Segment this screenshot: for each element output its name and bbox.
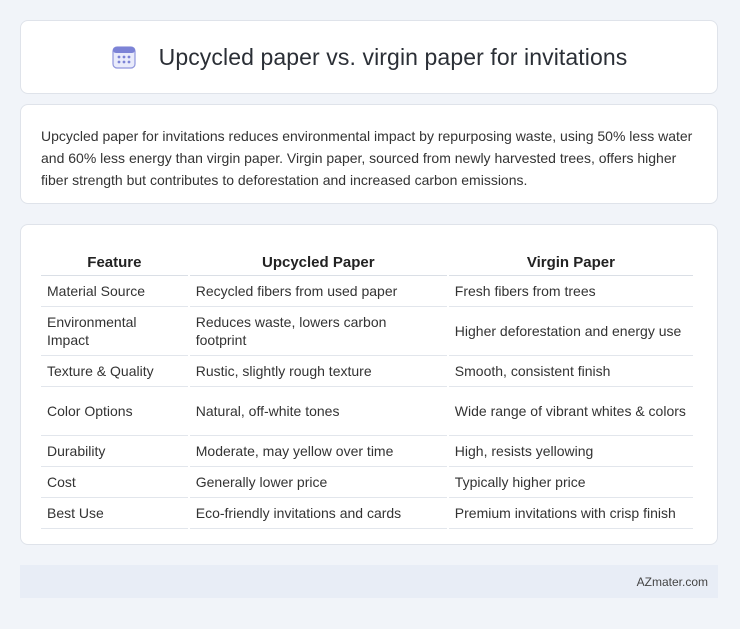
table-row: Material Source Recycled fibers from use… [41,276,693,307]
page-title: Upcycled paper vs. virgin paper for invi… [158,43,628,70]
upcycled-cell: Recycled fibers from used paper [189,276,447,307]
virgin-cell: Fresh fibers from trees [448,276,693,307]
feature-cell: Best Use [41,498,188,529]
table-row: Environmental Impact Reduces waste, lowe… [41,307,693,356]
table-row: Best Use Eco-friendly invitations and ca… [41,498,693,529]
upcycled-cell: Generally lower price [189,467,447,498]
feature-cell: Durability [41,436,188,467]
feature-cell: Material Source [41,276,188,307]
upcycled-cell: Natural, off-white tones [189,387,447,436]
comparison-table-card: Feature Upcycled Paper Virgin Paper Mate… [20,224,718,545]
comparison-table: Feature Upcycled Paper Virgin Paper Mate… [39,245,695,529]
virgin-cell: Higher deforestation and energy use [448,307,693,356]
footer: AZmater.com [20,565,718,598]
column-header-virgin: Virgin Paper [448,245,693,276]
feature-cell: Environmental Impact [41,307,188,356]
upcycled-cell: Moderate, may yellow over time [189,436,447,467]
virgin-cell: Wide range of vibrant whites & colors [448,387,693,436]
column-header-upcycled: Upcycled Paper [189,245,447,276]
feature-cell: Cost [41,467,188,498]
virgin-cell: Typically higher price [448,467,693,498]
feature-cell: Color Options [41,387,188,436]
feature-cell: Texture & Quality [41,356,188,387]
calendar-icon [112,46,136,69]
table-header-row: Feature Upcycled Paper Virgin Paper [41,245,693,276]
table-row: Texture & Quality Rustic, slightly rough… [41,356,693,387]
table-row: Color Options Natural, off-white tones W… [41,387,693,436]
upcycled-cell: Reduces waste, lowers carbon footprint [189,307,447,356]
upcycled-cell: Rustic, slightly rough texture [189,356,447,387]
table-row: Durability Moderate, may yellow over tim… [41,436,693,467]
site-credit: AZmater.com [636,574,708,589]
summary-card: Upcycled paper for invitations reduces e… [20,104,718,204]
virgin-cell: Premium invitations with crisp finish [448,498,693,529]
table-row: Cost Generally lower price Typically hig… [41,467,693,498]
virgin-cell: Smooth, consistent finish [448,356,693,387]
column-header-feature: Feature [41,245,188,276]
summary-text: Upcycled paper for invitations reduces e… [41,128,693,188]
virgin-cell: High, resists yellowing [448,436,693,467]
title-card: Upcycled paper vs. virgin paper for invi… [20,20,718,94]
upcycled-cell: Eco-friendly invitations and cards [189,498,447,529]
